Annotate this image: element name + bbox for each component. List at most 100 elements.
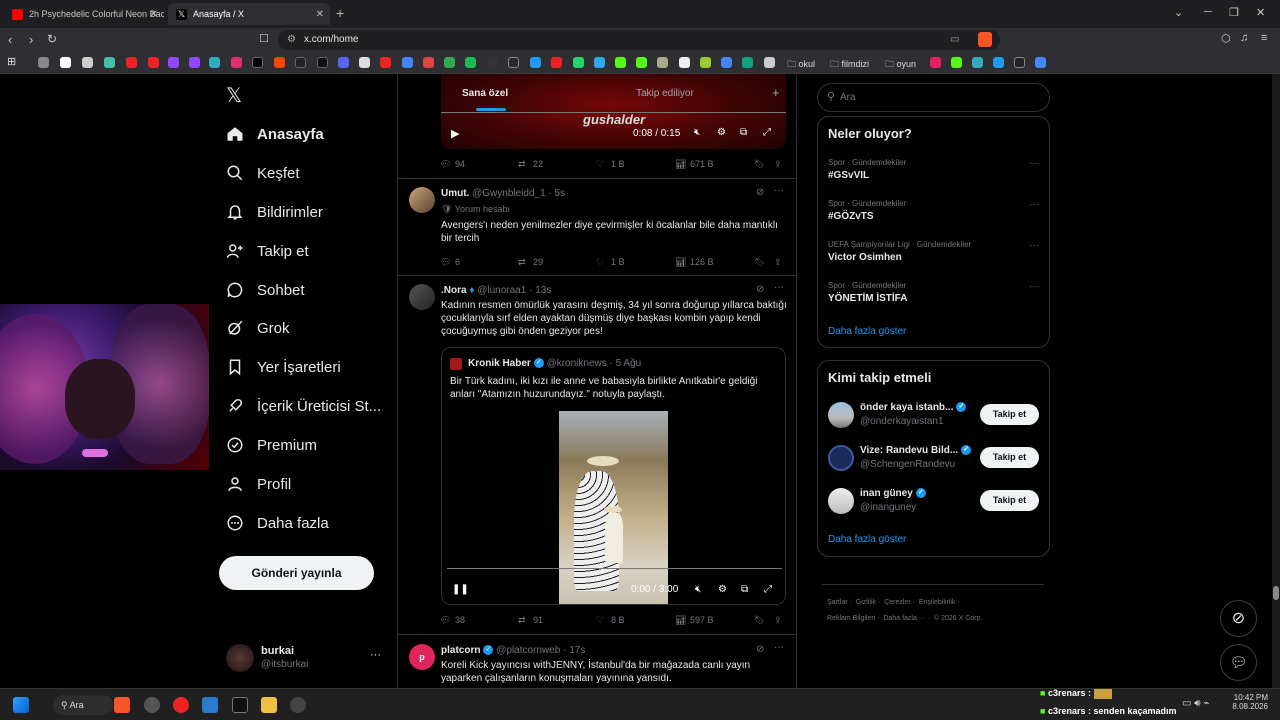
telegram-icon[interactable] — [594, 57, 605, 68]
youtube-music-icon[interactable] — [173, 697, 189, 713]
quote-video-player[interactable]: ❚❚ 0:00 / 3:00 🔇︎ ⚙ ⧉ ⤢ — [442, 411, 785, 604]
scrollbar-thumb[interactable] — [1273, 586, 1279, 600]
follow-button[interactable]: Takip et — [980, 447, 1039, 468]
footer-link[interactable]: Erişilebilirlik — [919, 599, 956, 606]
bookmark-icon[interactable] — [993, 57, 1004, 68]
bookmark-icon[interactable]: 🔖︎ — [754, 615, 765, 626]
sidebar-item-more[interactable]: Daha fazla — [226, 508, 329, 538]
bookmark-icon[interactable] — [380, 57, 391, 68]
bookmark-page-icon[interactable]: ☐ — [259, 32, 269, 45]
bookmark-icon[interactable] — [402, 57, 413, 68]
bookmark-icon[interactable] — [679, 57, 690, 68]
forward-icon[interactable]: › — [29, 32, 33, 47]
grok-icon[interactable]: ⊘ — [756, 284, 764, 295]
sidebar-item-bookmarks[interactable]: Yer İşaretleri — [226, 352, 341, 382]
chevron-down-icon[interactable]: ⌄ — [1174, 6, 1183, 19]
views-icon[interactable]: 📊︎ — [675, 159, 686, 170]
sidebar-item-grok[interactable]: Grok — [226, 313, 290, 343]
address-bar[interactable]: ⚙ x.com/home ▭ — [278, 30, 1000, 50]
mute-icon[interactable]: 🔇︎ — [695, 584, 701, 595]
kick-icon[interactable] — [615, 57, 626, 68]
settings-icon[interactable]: ⚙ — [717, 127, 726, 138]
tiktok-icon[interactable] — [317, 57, 328, 68]
app-icon[interactable] — [144, 697, 160, 713]
settings-icon[interactable]: ⚙ — [718, 584, 727, 595]
bookmark-icon[interactable] — [148, 57, 159, 68]
footer-link[interactable]: Çerezler — [884, 599, 910, 606]
instagram-icon[interactable] — [231, 57, 242, 68]
taskbar-clock[interactable]: 10:42 PM 8.08.2026 — [1232, 693, 1268, 711]
bookmark-icon[interactable] — [930, 57, 941, 68]
extensions-icon[interactable]: ⬡ — [1221, 32, 1231, 45]
grok-fab-icon[interactable]: ⊘ — [1220, 600, 1257, 637]
like-icon[interactable]: ♡ — [596, 615, 604, 626]
close-window-button[interactable]: ✕ — [1256, 6, 1265, 19]
apps-icon[interactable]: ⊞ — [7, 55, 16, 68]
chatgpt-icon[interactable] — [742, 57, 753, 68]
more-icon[interactable]: ··· — [1029, 240, 1039, 251]
fullscreen-icon[interactable]: ⤢ — [763, 127, 771, 138]
close-icon[interactable]: ✕ — [316, 9, 324, 20]
sidebar-item-home[interactable]: Anasayfa — [226, 119, 324, 149]
bookmark-icon[interactable] — [1014, 57, 1025, 68]
capcut-icon[interactable] — [232, 697, 248, 713]
whatsapp-icon[interactable] — [573, 57, 584, 68]
repost-icon[interactable]: ⇄ — [518, 159, 526, 170]
search-input[interactable]: ⚲ Ara — [817, 83, 1050, 112]
spotify-icon[interactable] — [465, 57, 476, 68]
minimize-button[interactable]: ─ — [1204, 6, 1212, 18]
footer-link[interactable]: Şartlar — [827, 599, 848, 606]
bookmark-icon[interactable] — [104, 57, 115, 68]
menu-icon[interactable]: ≡ — [1261, 32, 1267, 44]
pip-icon[interactable]: ⧉ — [740, 127, 747, 138]
tweet-umut[interactable]: Umut. @Gwynbleidd_1 · 5s ⊘ ··· 🛡 Yorum h… — [398, 179, 796, 275]
brave-shield-icon[interactable] — [978, 32, 992, 47]
views-icon[interactable]: 📊︎ — [675, 615, 686, 626]
more-icon[interactable]: ··· — [1029, 281, 1039, 292]
bookmark-icon[interactable] — [530, 57, 541, 68]
sidebar-item-follow[interactable]: Takip et — [226, 236, 309, 266]
reply-icon[interactable]: 💬︎ — [440, 257, 451, 268]
bookmark-icon[interactable] — [60, 57, 71, 68]
more-icon[interactable]: ··· — [1029, 199, 1039, 210]
gmail-icon[interactable] — [423, 57, 434, 68]
system-tray-icons[interactable]: ▭ 🔊︎ ⌁ — [1182, 698, 1209, 709]
maximize-button[interactable]: ❐ — [1229, 6, 1239, 19]
pip-icon[interactable]: ⧉ — [741, 584, 748, 595]
more-icon[interactable]: ··· — [774, 642, 784, 653]
fullscreen-icon[interactable]: ⤢ — [764, 584, 772, 595]
kick-icon[interactable] — [636, 57, 647, 68]
show-more-link[interactable]: Daha fazla göster — [828, 534, 906, 545]
kick-icon[interactable] — [951, 57, 962, 68]
cast-icon[interactable]: ▭ — [950, 30, 959, 50]
post-button[interactable]: Gönderi yayınla — [219, 556, 374, 590]
x-logo-icon[interactable]: 𝕏 — [226, 85, 248, 107]
tab-for-you[interactable]: Sana özel — [462, 88, 508, 99]
twitch-icon[interactable] — [168, 57, 179, 68]
more-icon[interactable]: ··· — [774, 282, 784, 293]
bookmark-icon[interactable] — [700, 57, 711, 68]
bookmark-folder-okul[interactable]: 🗀 okul — [787, 57, 815, 73]
sidebar-item-chat[interactable]: Sohbet — [226, 275, 305, 305]
windows-start-icon[interactable] — [13, 697, 29, 713]
reply-icon[interactable]: 💬︎ — [440, 159, 451, 170]
drive-icon[interactable] — [444, 57, 455, 68]
repost-icon[interactable]: ⇄ — [518, 615, 526, 626]
share-icon[interactable]: ⇪ — [774, 257, 782, 268]
pause-icon[interactable]: ❚❚ — [452, 584, 469, 595]
trend-item[interactable]: Spor · Gündemdekiler #GÖZvTS ··· — [818, 196, 1049, 236]
share-icon[interactable]: ⇪ — [774, 159, 782, 170]
sidebar-item-notifications[interactable]: Bildirimler — [226, 197, 323, 227]
reload-icon[interactable]: ↻ — [47, 32, 57, 46]
reddit-icon[interactable] — [274, 57, 285, 68]
bookmark-icon[interactable] — [657, 57, 668, 68]
bookmark-icon[interactable] — [209, 57, 220, 68]
more-icon[interactable]: ··· — [774, 185, 784, 196]
bookmark-folder-filmdizi[interactable]: 🗀 filmdizi — [830, 57, 869, 73]
follow-button[interactable]: Takip et — [980, 490, 1039, 511]
bookmark-icon[interactable] — [721, 57, 732, 68]
reply-icon[interactable]: 💬︎ — [440, 615, 451, 626]
sidebar-item-premium[interactable]: Premium — [226, 430, 317, 460]
brave-icon[interactable] — [114, 697, 130, 713]
page-scrollbar[interactable] — [1272, 74, 1280, 688]
